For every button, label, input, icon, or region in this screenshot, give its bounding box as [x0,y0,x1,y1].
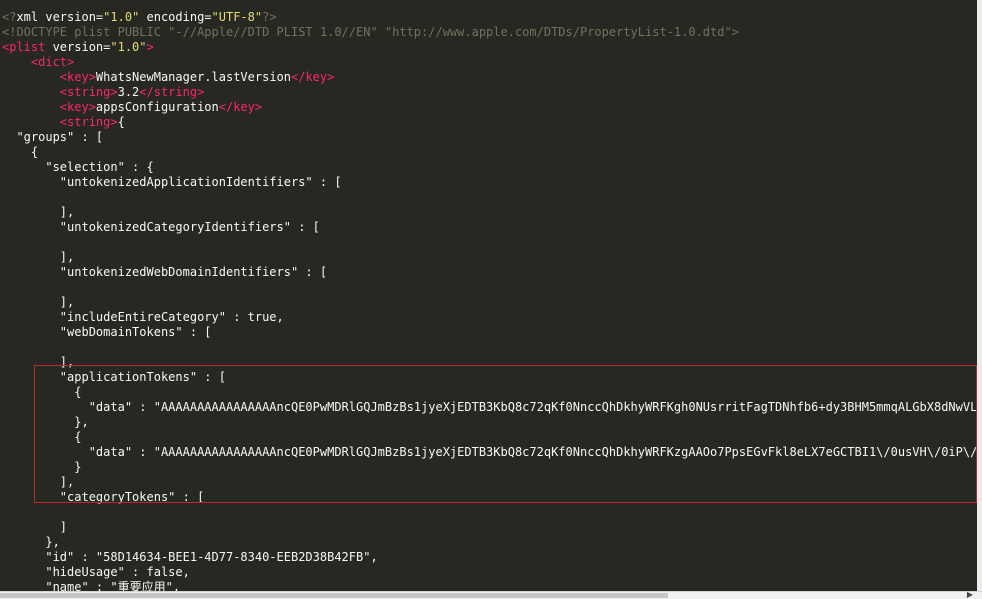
code-token: "name" : "重要应用", [2,580,181,591]
code-token: xml version= [16,10,104,24]
code-line: "selection" : { [2,160,977,175]
code-token: ], [2,205,75,219]
code-line: <dict> [2,55,977,70]
code-line: "includeEntireCategory" : true, [2,310,977,325]
code-line: ] [2,520,977,535]
code-line: <!DOCTYPE plist PUBLIC "-//Apple//DTD PL… [2,25,977,40]
code-token: <string> [59,85,118,99]
code-token: encoding= [139,10,212,24]
horizontal-scrollbar-thumb[interactable] [0,593,668,598]
code-token: } [2,460,82,474]
code-line: "webDomainTokens" : [ [2,325,977,340]
code-line: <key>WhatsNewManager.lastVersion</key> [2,70,977,85]
code-token: <!DOCTYPE plist PUBLIC "-//Apple//DTD PL… [2,25,739,39]
code-line: "data" : "AAAAAAAAAAAAAAAAncQE0PwMDRlGQJ… [2,445,977,460]
code-line: <string>{ [2,115,977,130]
code-line: ], [2,205,977,220]
code-line: "categoryTokens" : [ [2,490,977,505]
code-token: appsConfiguration [95,100,219,114]
code-lines: <?xml version="1.0" encoding="UTF-8"?> <!… [2,10,977,591]
code-token: 3.2 [117,85,140,99]
code-token: "UTF-8" [211,10,263,24]
code-line: }, [2,535,977,550]
code-line: } [2,460,977,475]
code-token: { [117,115,125,129]
code-token: "1.0" [110,40,147,54]
code-token: ], [2,295,75,309]
code-token: "includeEntireCategory" : true, [2,310,284,324]
code-token: <key> [59,70,96,84]
code-line: ], [2,295,977,310]
code-line: "untokenizedApplicationIdentifiers" : [ [2,175,977,190]
code-token: ], [2,475,75,489]
code-token: "untokenizedApplicationIdentifiers" : [ [2,175,342,189]
code-token: { [2,145,39,159]
code-line: "data" : "AAAAAAAAAAAAAAAAncQE0PwMDRlGQJ… [2,400,977,415]
code-token: WhatsNewManager.lastVersion [95,70,291,84]
code-token: "1.0" [103,10,140,24]
code-token: "hideUsage" : false, [2,565,190,579]
code-line: "applicationTokens" : [ [2,370,977,385]
code-token: ] [2,520,68,534]
code-token: > [146,40,154,54]
code-token: version= [52,40,111,54]
code-line: ], [2,250,977,265]
horizontal-scrollbar[interactable]: ▶ [0,591,982,599]
code-line: ], [2,475,977,490]
code-line: <?xml version="1.0" encoding="UTF-8"?> [2,10,977,25]
code-token: { [2,385,82,399]
code-line: { [2,145,977,160]
code-line: ], [2,355,977,370]
vertical-scrollbar[interactable] [977,0,982,591]
code-line: "id" : "58D14634-BEE1-4D77-8340-EEB2D38B… [2,550,977,565]
code-token: <key> [59,100,96,114]
code-token: <string> [59,115,118,129]
code-line: }, [2,415,977,430]
code-token: "webDomainTokens" : [ [2,325,212,339]
code-line: { [2,385,977,400]
code-token: <dict> [30,55,75,69]
code-line: "untokenizedWebDomainIdentifiers" : [ [2,265,977,280]
code-line: <plist version="1.0"> [2,40,977,55]
code-token: }, [2,415,89,429]
code-token: "untokenizedWebDomainIdentifiers" : [ [2,265,328,279]
code-token: "categoryTokens" : [ [2,490,205,504]
code-token: ], [2,355,75,369]
code-token: "selection" : { [2,160,154,174]
code-token: <? [2,10,17,24]
code-line: "hideUsage" : false, [2,565,977,580]
code-line: "untokenizedCategoryIdentifiers" : [ [2,220,977,235]
code-token: { [2,430,82,444]
code-token: </key> [218,100,263,114]
code-token: "data" : "AAAAAAAAAAAAAAAAncQE0PwMDRlGQJ… [2,400,977,414]
code-line: "groups" : [ [2,130,977,145]
code-token: "applicationTokens" : [ [2,370,226,384]
code-token: ?> [262,10,277,24]
code-token: </key> [291,70,335,84]
code-token: "data" : "AAAAAAAAAAAAAAAAncQE0PwMDRlGQJ… [2,445,977,459]
code-line: <string>3.2</string> [2,85,977,100]
code-token: </string> [139,85,205,99]
code-line: <key>appsConfiguration</key> [2,100,977,115]
code-token: "untokenizedCategoryIdentifiers" : [ [2,220,320,234]
code-token: <plist [2,40,53,54]
code-token: "id" : "58D14634-BEE1-4D77-8340-EEB2D38B… [2,550,378,564]
code-token: ], [2,250,75,264]
scroll-right-arrow-icon[interactable]: ▶ [966,591,974,599]
code-line: "name" : "重要应用", [2,580,977,591]
code-token: }, [2,535,60,549]
code-token: "groups" : [ [2,130,104,144]
code-line: { [2,430,977,445]
code-editor[interactable]: <?xml version="1.0" encoding="UTF-8"?> <!… [0,0,982,591]
